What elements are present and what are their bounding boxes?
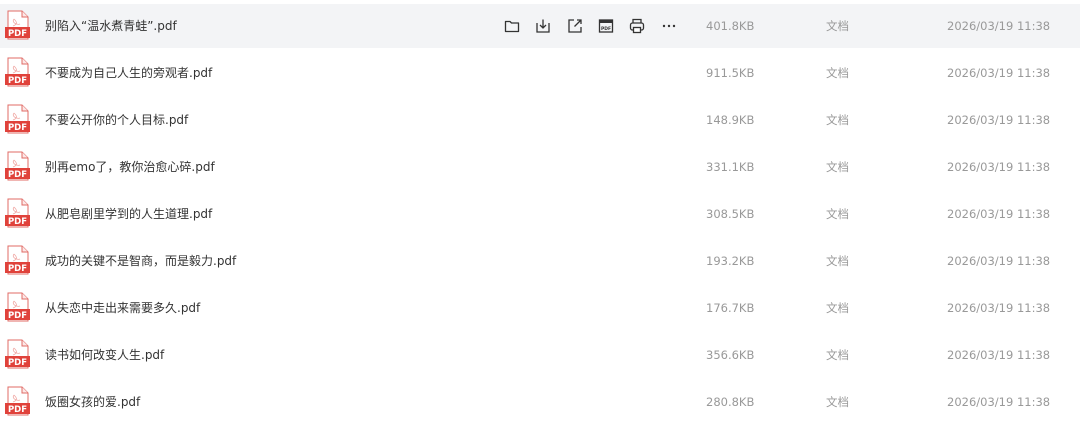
file-size: 356.6KB [706, 348, 755, 362]
convert-pdf-icon[interactable]: PDF [597, 17, 615, 35]
file-name[interactable]: 别陷入“温水煮青蛙”.pdf [45, 4, 177, 48]
file-name[interactable]: 成功的关键不是智商，而是毅力.pdf [45, 239, 236, 283]
file-size: 401.8KB [706, 19, 755, 33]
file-row[interactable]: PDF 别再emo了，教你治愈心碎.pdf 331.1KB 文档 2026/03… [0, 145, 1080, 189]
pdf-icon-label: PDF [8, 170, 27, 180]
pdf-icon-label: PDF [8, 76, 27, 86]
file-date: 2026/03/19 11:38 [947, 66, 1051, 80]
pdf-file-icon: PDF [5, 339, 30, 369]
print-icon[interactable] [628, 17, 646, 35]
file-row[interactable]: PDF 从肥皂剧里学到的人生道理.pdf 308.5KB 文档 2026/03/… [0, 192, 1080, 236]
pdf-file-icon: PDF [5, 104, 30, 134]
file-type: 文档 [826, 348, 849, 362]
file-type: 文档 [826, 19, 849, 33]
pdf-file-icon: PDF [5, 292, 30, 322]
file-row[interactable]: PDF 从失恋中走出来需要多久.pdf 176.7KB 文档 2026/03/1… [0, 286, 1080, 330]
file-name[interactable]: 不要公开你的个人目标.pdf [45, 98, 188, 142]
folder-icon[interactable] [503, 17, 521, 35]
file-date: 2026/03/19 11:38 [947, 348, 1051, 362]
file-date: 2026/03/19 11:38 [947, 395, 1051, 409]
file-name[interactable]: 从肥皂剧里学到的人生道理.pdf [45, 192, 212, 236]
pdf-file-icon: PDF [5, 245, 30, 275]
file-name[interactable]: 饭圈女孩的爱.pdf [45, 380, 140, 424]
pdf-file-icon: PDF [5, 10, 30, 40]
pdf-icon-label: PDF [8, 405, 27, 415]
file-row[interactable]: PDF 别陷入“温水煮青蛙”.pdf PDF 401.8KB 文档 2026/0… [0, 4, 1080, 48]
file-name[interactable]: 从失恋中走出来需要多久.pdf [45, 286, 200, 330]
pdf-icon-label: PDF [8, 264, 27, 274]
file-type: 文档 [826, 301, 849, 315]
file-name[interactable]: 读书如何改变人生.pdf [45, 333, 164, 377]
file-row[interactable]: PDF 成功的关键不是智商，而是毅力.pdf 193.2KB 文档 2026/0… [0, 239, 1080, 283]
file-date: 2026/03/19 11:38 [947, 301, 1051, 315]
file-size: 308.5KB [706, 207, 755, 221]
pdf-icon-label: PDF [8, 358, 27, 368]
file-row[interactable]: PDF 不要成为自己人生的旁观者.pdf 911.5KB 文档 2026/03/… [0, 51, 1080, 95]
file-size: 331.1KB [706, 160, 755, 174]
file-date: 2026/03/19 11:38 [947, 19, 1051, 33]
file-size: 176.7KB [706, 301, 755, 315]
pdf-icon-label: PDF [8, 217, 27, 227]
pdf-file-icon: PDF [5, 57, 30, 87]
file-name[interactable]: 不要成为自己人生的旁观者.pdf [45, 51, 212, 95]
share-icon[interactable] [566, 17, 584, 35]
file-size: 193.2KB [706, 254, 755, 268]
file-size: 280.8KB [706, 395, 755, 409]
pdf-icon-label: PDF [8, 29, 27, 39]
pdf-file-icon: PDF [5, 386, 30, 416]
file-row[interactable]: PDF 读书如何改变人生.pdf 356.6KB 文档 2026/03/19 1… [0, 333, 1080, 377]
file-type: 文档 [826, 113, 849, 127]
file-row[interactable]: PDF 饭圈女孩的爱.pdf 280.8KB 文档 2026/03/19 11:… [0, 380, 1080, 424]
file-type: 文档 [826, 160, 849, 174]
pdf-file-icon: PDF [5, 198, 30, 228]
pdf-icon-label: PDF [8, 123, 27, 133]
file-type: 文档 [826, 66, 849, 80]
file-date: 2026/03/19 11:38 [947, 113, 1051, 127]
file-type: 文档 [826, 254, 849, 268]
file-date: 2026/03/19 11:38 [947, 254, 1051, 268]
more-icon[interactable] [660, 17, 678, 35]
file-size: 148.9KB [706, 113, 755, 127]
pdf-icon-label: PDF [8, 311, 27, 321]
file-type: 文档 [826, 207, 849, 221]
file-row[interactable]: PDF 不要公开你的个人目标.pdf 148.9KB 文档 2026/03/19… [0, 98, 1080, 142]
pdf-file-icon: PDF [5, 151, 30, 181]
file-date: 2026/03/19 11:38 [947, 160, 1051, 174]
file-name[interactable]: 别再emo了，教你治愈心碎.pdf [45, 145, 215, 189]
svg-text:PDF: PDF [601, 26, 611, 32]
file-size: 911.5KB [706, 66, 755, 80]
file-type: 文档 [826, 395, 849, 409]
file-date: 2026/03/19 11:38 [947, 207, 1051, 221]
file-list: PDF 别陷入“温水煮青蛙”.pdf PDF 401.8KB 文档 2026/0… [0, 0, 1080, 427]
download-icon[interactable] [534, 17, 552, 35]
